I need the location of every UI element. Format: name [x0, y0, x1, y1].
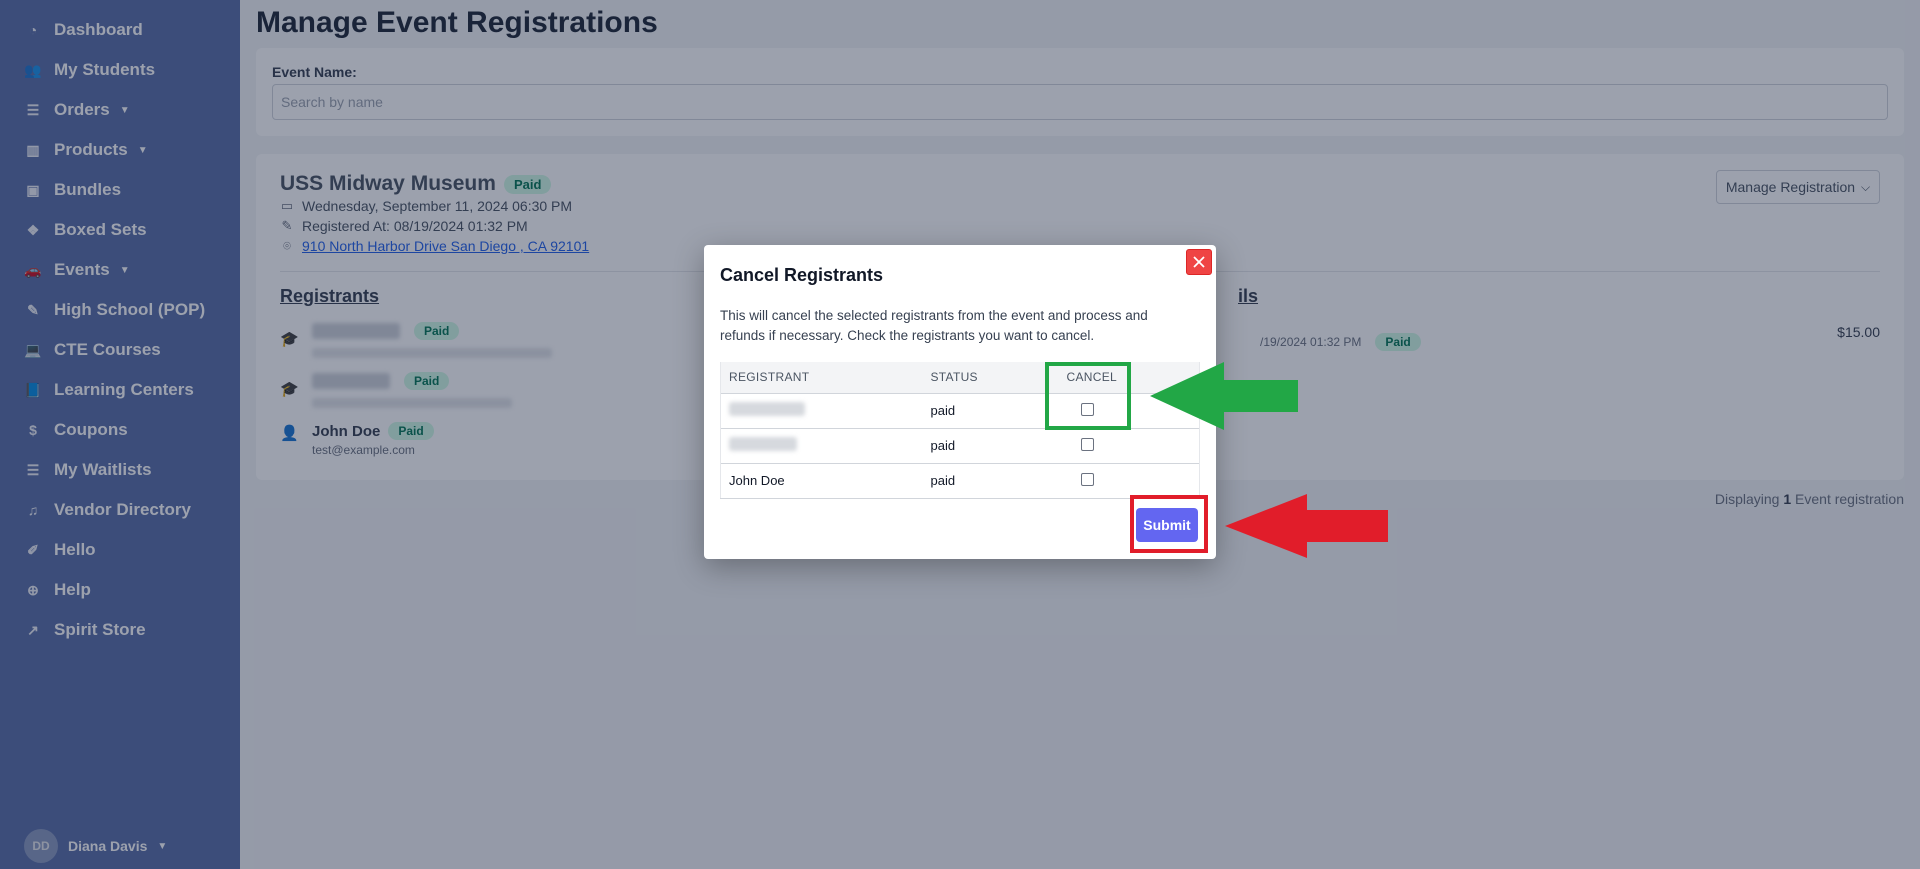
cancel-cell: [1058, 462, 1200, 499]
green-arrow-icon: [1150, 362, 1298, 430]
modal-title: Cancel Registrants: [720, 265, 884, 285]
registrant-cell: [720, 392, 923, 428]
registrant-name-redacted: [729, 402, 805, 416]
column-header-registrant: REGISTRANT: [720, 362, 923, 393]
table-row: paid: [720, 427, 1200, 463]
status-cell: paid: [922, 427, 1059, 463]
close-button[interactable]: [1186, 249, 1212, 275]
registrant-cell: [720, 427, 923, 463]
table-row: John Doe paid: [720, 462, 1200, 499]
highlight-box-submit: [1130, 495, 1208, 553]
registrant-name-redacted: [729, 437, 797, 451]
modal-description: This will cancel the selected registrant…: [720, 308, 1148, 343]
red-arrow-icon: [1225, 494, 1388, 558]
cancel-checkbox[interactable]: [1080, 472, 1094, 486]
cancel-checkbox[interactable]: [1080, 437, 1094, 451]
registrant-cell: John Doe: [720, 462, 923, 499]
cancel-cell: [1058, 427, 1200, 463]
status-cell: paid: [922, 392, 1059, 428]
status-cell: paid: [922, 462, 1059, 499]
highlight-box-cancel-column: [1045, 362, 1131, 430]
close-icon: [1193, 256, 1205, 268]
column-header-status: STATUS: [922, 362, 1059, 393]
